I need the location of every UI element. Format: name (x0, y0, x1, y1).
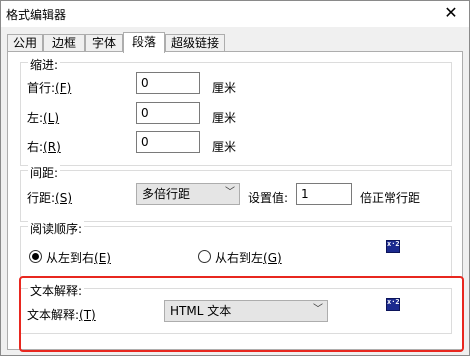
title-bar: 格式编辑器 ✕ (1, 1, 469, 27)
tab-paragraph[interactable]: 段落 (123, 32, 165, 53)
ltr-radio[interactable] (29, 250, 42, 263)
first-line-input[interactable]: 0 (136, 72, 200, 94)
spacing-legend: 间距: (28, 164, 61, 181)
right-indent-label: 右:(R) (27, 140, 61, 154)
left-indent-unit: 厘米 (212, 111, 237, 125)
right-indent-input[interactable]: 0 (136, 131, 200, 153)
left-indent-label: 左:(L) (27, 111, 60, 125)
rtl-radio[interactable] (198, 250, 211, 263)
set-value-input[interactable]: 1 (296, 183, 352, 205)
expression-icon[interactable]: x·2 (386, 240, 400, 253)
chevron-down-icon: ﹀ (313, 304, 323, 315)
line-spacing-value: 多倍行距 (142, 187, 191, 201)
line-spacing-select[interactable]: 多倍行距 ﹀ (136, 183, 240, 205)
right-indent-unit: 厘米 (212, 140, 237, 154)
chevron-down-icon: ﹀ (225, 187, 235, 198)
text-interpretation-label: 文本解释:(T) (27, 308, 96, 322)
tab-common[interactable]: 公用 (7, 34, 43, 52)
first-line-unit: 厘米 (212, 81, 237, 95)
indent-legend: 缩进: (28, 56, 61, 73)
text-interpretation-select[interactable]: HTML 文本 ﹀ (164, 300, 328, 322)
tab-hyperlink[interactable]: 超级链接 (165, 34, 225, 52)
line-spacing-label: 行距:(S) (27, 191, 73, 205)
first-line-label: 首行:(F) (27, 81, 72, 95)
ltr-label[interactable]: 从左到右(E) (46, 249, 111, 266)
text-interpretation-value: HTML 文本 (170, 304, 232, 318)
dialog-title: 格式编辑器 (6, 8, 67, 22)
expression-icon[interactable]: x·2 (386, 298, 400, 311)
set-value-label: 设置值: (248, 191, 289, 205)
reading-order-legend: 阅读顺序: (28, 220, 85, 237)
format-editor-dialog: 格式编辑器 ✕ 公用 边框 字体 段落 超级链接 缩进: 首行:(F) 0 厘米… (0, 0, 470, 356)
text-interpretation-legend: 文本解释: (28, 282, 85, 299)
tab-font[interactable]: 字体 (85, 34, 123, 52)
close-icon[interactable]: ✕ (441, 3, 461, 23)
tab-border[interactable]: 边框 (43, 34, 85, 52)
paragraph-panel: 缩进: 首行:(F) 0 厘米 左:(L) 0 厘米 右:(R) 0 厘米 间距… (7, 51, 463, 350)
set-value-suffix: 倍正常行距 (360, 191, 421, 205)
rtl-label[interactable]: 从右到左(G) (215, 249, 282, 266)
left-indent-input[interactable]: 0 (136, 102, 200, 124)
